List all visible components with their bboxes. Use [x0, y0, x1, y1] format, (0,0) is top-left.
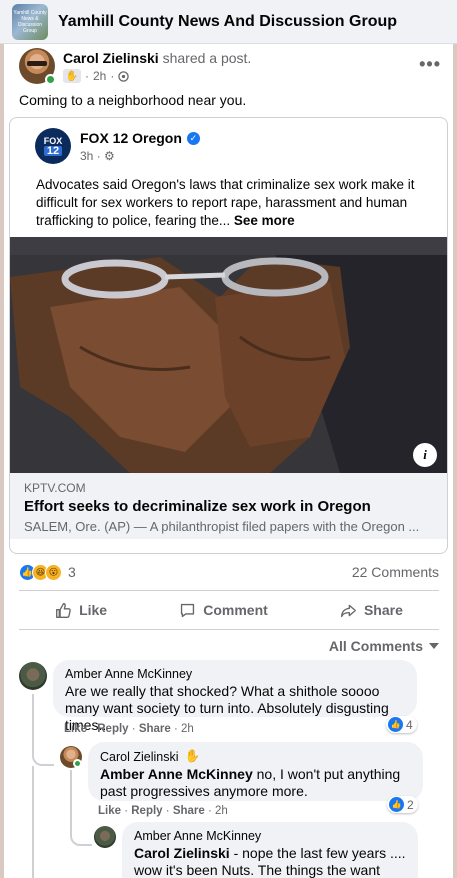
reply-thread-line [32, 766, 34, 878]
shared-text: Advocates said Oregon's laws that crimin… [36, 177, 415, 228]
meta-dot: · [85, 69, 89, 83]
handcuffed-hands-image [10, 237, 447, 473]
nested-reply-avatar[interactable] [94, 826, 116, 848]
nested-reply-body-2: wow it's been Nuts. The things the want … [134, 862, 380, 878]
reply-bubble: Carol Zielinski ✋ Amber Anne McKinney no… [88, 742, 423, 801]
comment-time[interactable]: 2h [181, 723, 194, 735]
post-author-name[interactable]: Carol Zielinski [63, 50, 159, 66]
page-logo-bottom: 12 [43, 146, 63, 157]
reply-share-link[interactable]: Share [173, 805, 205, 817]
comment-share-link[interactable]: Share [139, 723, 171, 735]
reply-actions: Like · Reply · Share · 2h [98, 805, 228, 817]
comment-bubble: Amber Anne McKinney Are we really that s… [53, 660, 417, 733]
post-text: Coming to a neighborhood near you. [19, 92, 247, 108]
post-header: Carol Zielinski shared a post. ✋ · 2h · … [19, 48, 449, 86]
group-thumbnail[interactable]: Yamhill County News & Discussion Group [12, 3, 48, 40]
comments-filter-label: All Comments [328, 638, 423, 654]
shared-time[interactable]: 3h [80, 149, 93, 163]
link-title[interactable]: Effort seeks to decriminalize sex work i… [24, 498, 371, 515]
group-badge-icon: ✋ [184, 749, 201, 763]
reaction-count[interactable]: 3 [68, 564, 76, 580]
commenter-avatar[interactable] [19, 662, 47, 690]
reaction-icons[interactable]: 👍 😆 😮 [19, 563, 62, 581]
info-icon[interactable]: i [413, 443, 437, 467]
online-status-dot [45, 74, 56, 85]
comment-author[interactable]: Amber Anne McKinney [65, 667, 406, 681]
shared-meta: 3h · ⚙ [80, 149, 115, 163]
meta-dot: · [110, 69, 115, 83]
reply-thread-line [32, 694, 54, 766]
page-logo[interactable]: FOX 12 [35, 128, 71, 164]
avatar-glasses [27, 61, 47, 66]
article-photo[interactable]: i [10, 237, 447, 473]
share-button[interactable]: Share [340, 602, 403, 619]
reply-time[interactable]: 2h [215, 805, 228, 817]
reply-reply-link[interactable]: Reply [131, 805, 162, 817]
comment-reply-link[interactable]: Reply [97, 723, 128, 735]
group-badge-icon[interactable]: ✋ [63, 69, 81, 83]
comments-count[interactable]: 22 Comments [352, 564, 439, 580]
reply-like-link[interactable]: Like [98, 805, 121, 817]
comment-label: Comment [203, 602, 268, 618]
reply-mention[interactable]: Amber Anne McKinney [100, 766, 253, 782]
post-meta: ✋ · 2h · [63, 69, 130, 83]
shared-page-name-row: FOX 12 Oregon ✓ [80, 130, 200, 146]
reply-author[interactable]: Carol Zielinski [100, 750, 179, 764]
comment-reactions[interactable]: 👍 4 [386, 716, 417, 733]
post-action-text: shared a post. [162, 50, 252, 66]
like-label: Like [79, 602, 108, 618]
shared-post[interactable]: FOX 12 FOX 12 Oregon ✓ 3h · ⚙ Advocates … [9, 117, 448, 554]
wow-reaction-icon: 😮 [45, 563, 62, 581]
shared-page-name[interactable]: FOX 12 Oregon [80, 130, 182, 146]
shared-text-block: Advocates said Oregon's laws that crimin… [36, 176, 436, 230]
reply-author-row: Carol Zielinski ✋ [100, 749, 412, 764]
comment-like-link[interactable]: Like [64, 723, 87, 735]
comment-icon [181, 603, 195, 617]
audience-group-icon[interactable] [118, 70, 130, 82]
like-reaction-icon: 👍 [389, 797, 404, 812]
nested-reply-mention[interactable]: Carol Zielinski [134, 845, 230, 861]
comment-actions: Like · Reply · Share · 2h [64, 723, 194, 735]
reply-reaction-count: 2 [407, 797, 414, 812]
nested-reply-bubble: Amber Anne McKinney Carol Zielinski - no… [122, 822, 418, 878]
nested-reply-author[interactable]: Amber Anne McKinney [134, 829, 407, 843]
group-thumbnail-text: Yamhill County News & Discussion Group [13, 9, 47, 34]
comment-reaction-count: 4 [406, 717, 413, 732]
share-arrow-icon [340, 604, 356, 617]
more-options-button[interactable]: ••• [419, 54, 441, 75]
verified-badge-icon: ✓ [186, 131, 200, 145]
link-preview[interactable]: KPTV.COM Effort seeks to decriminalize s… [10, 473, 447, 539]
online-status-dot [73, 759, 82, 768]
comment-button[interactable]: Comment [179, 602, 268, 619]
like-reaction-icon: 👍 [388, 717, 403, 732]
group-name[interactable]: Yamhill County News And Discussion Group [58, 13, 397, 31]
nested-reply-text: Carol Zielinski - nope the last few year… [134, 845, 407, 878]
link-description: SALEM, Ore. (AP) — A philanthropist file… [24, 519, 420, 534]
reply-reactions[interactable]: 👍 2 [387, 796, 418, 813]
meta-dot: · [96, 149, 105, 163]
reply-text: Amber Anne McKinney no, I won't put anyt… [100, 766, 412, 800]
post-time[interactable]: 2h [93, 69, 106, 83]
group-header: Yamhill County News & Discussion Group Y… [0, 0, 457, 44]
action-bar: Like Comment Share [19, 590, 439, 630]
share-label: Share [363, 602, 403, 618]
like-button[interactable]: Like [55, 602, 107, 619]
link-domain: KPTV.COM [24, 481, 86, 495]
nested-reply-body-1: - nope the last few years .... [229, 845, 406, 861]
chevron-down-icon [429, 642, 439, 649]
reaction-stats: 👍 😆 😮 3 22 Comments [19, 562, 439, 582]
post-author-line: Carol Zielinski shared a post. [63, 50, 251, 66]
nested-thread-line [70, 770, 92, 846]
comments-filter-dropdown[interactable]: All Comments [329, 638, 439, 654]
post-card: Carol Zielinski shared a post. ✋ · 2h · … [4, 44, 453, 878]
see-more-link[interactable]: See more [234, 213, 295, 228]
settings-gear-icon: ⚙ [104, 149, 115, 163]
thumbs-up-icon [56, 602, 71, 618]
